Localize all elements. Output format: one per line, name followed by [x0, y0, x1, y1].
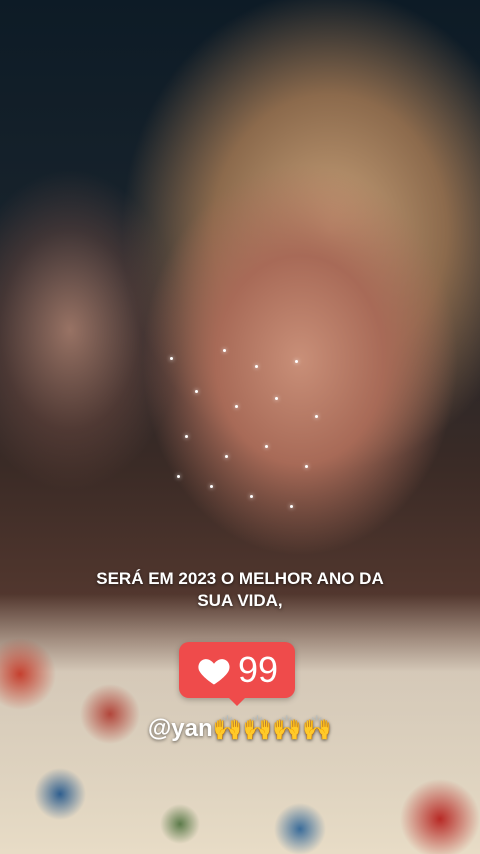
raised-hands-emoji: 🙌🙌🙌🙌 [212, 715, 333, 742]
video-caption: SERÁ EM 2023 O MELHOR ANO DA SUA VIDA, [40, 568, 440, 612]
heart-icon [198, 659, 230, 685]
mention-handle: @yan [147, 715, 213, 742]
caption-line-1: SERÁ EM 2023 O MELHOR ANO DA [96, 569, 384, 588]
mention-sticker[interactable]: @yan🙌🙌🙌🙌 [0, 714, 480, 743]
caption-line-2: SUA VIDA, [197, 591, 283, 610]
like-badge[interactable]: 99 [179, 642, 295, 706]
like-count: 99 [237, 649, 279, 690]
